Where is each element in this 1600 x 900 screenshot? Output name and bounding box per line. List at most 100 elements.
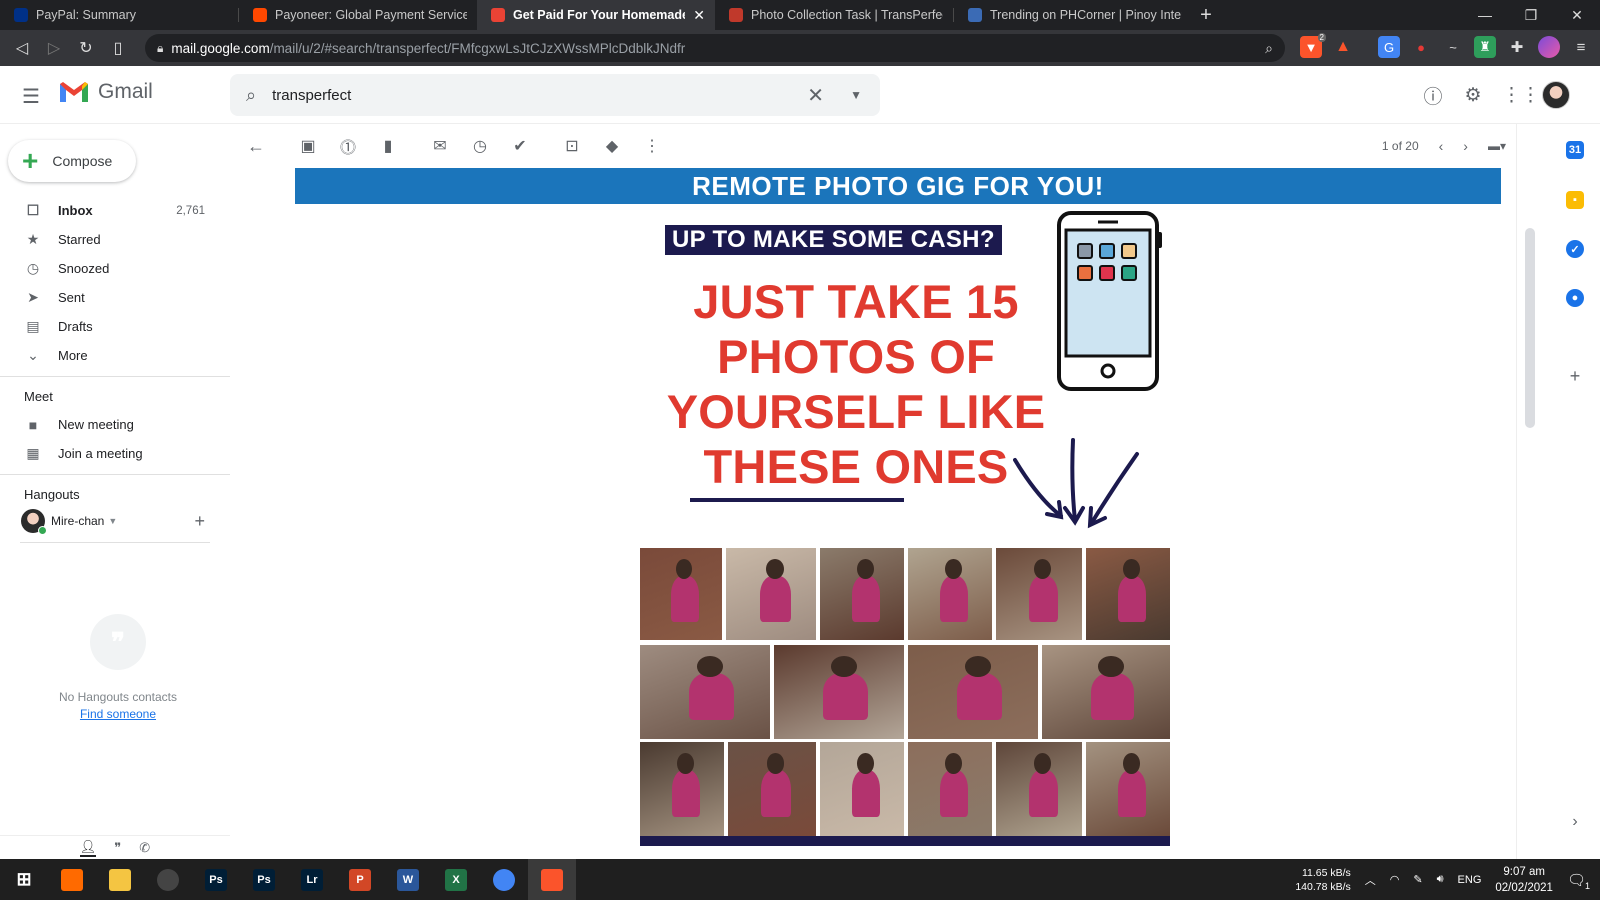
back-icon[interactable]: ◁ — [6, 38, 38, 58]
start-button[interactable]: ⊞ — [0, 859, 48, 900]
browser-tab[interactable]: PayPal: Summary — [0, 0, 238, 30]
brave-shield-icon[interactable]: ▼ 2 — [1300, 33, 1326, 58]
lightroom-app[interactable]: Lr — [288, 859, 336, 900]
sidebar-item-drafts[interactable]: ▤ Drafts — [0, 312, 230, 341]
browser-tab[interactable]: Photo Collection Task | TransPerfect — [715, 0, 953, 30]
hangouts-user[interactable]: Mire-chan ▼ + — [0, 506, 230, 536]
label-icon[interactable]: ◆ — [592, 136, 632, 156]
address-bar[interactable]: 🔒︎ mail.google.com /mail/u/2/#search/tra… — [145, 34, 1285, 62]
person-figure — [939, 575, 969, 622]
shield-extension-icon[interactable]: ♜ — [1474, 36, 1496, 58]
newer-icon[interactable]: ‹ — [1439, 138, 1444, 154]
hangouts-bubble-icon: ❞ — [90, 614, 146, 670]
obs-app[interactable] — [144, 859, 192, 900]
contacts-tab-icon[interactable]: 👤︎ — [79, 839, 97, 857]
sidebar-item-sent[interactable]: ➤ Sent — [0, 283, 230, 312]
sidebar-item-snoozed[interactable]: ◷ Snoozed — [0, 254, 230, 283]
file-explorer-app[interactable] — [96, 859, 144, 900]
account-avatar[interactable] — [1542, 81, 1570, 109]
report-spam-icon[interactable]: ⓵ — [328, 134, 368, 158]
clock[interactable]: 9:07 am 02/02/2021 — [1495, 864, 1553, 896]
sidebar-item-join-a-meeting[interactable]: ▦ Join a meeting — [0, 439, 230, 468]
main-menu-icon[interactable]: ☰ — [22, 84, 40, 109]
move-to-icon[interactable]: ⊡ — [552, 136, 592, 156]
word-app[interactable]: W — [384, 859, 432, 900]
back-to-list-icon[interactable]: ← — [236, 136, 276, 157]
older-icon[interactable]: › — [1463, 138, 1468, 154]
email-scrollbar[interactable] — [1525, 228, 1535, 428]
trash-icon[interactable]: ▮ — [368, 136, 408, 156]
headline-underline — [690, 498, 904, 502]
search-bar[interactable]: ⌕ transperfect ✕ ▼ — [230, 74, 880, 116]
bookmark-icon[interactable]: ▯ — [102, 38, 134, 58]
notification-icon[interactable]: 🗨︎ 1 — [1567, 871, 1590, 891]
find-someone-link[interactable]: Find someone — [0, 707, 236, 721]
excel-app[interactable]: X — [432, 859, 480, 900]
wifi-icon[interactable]: ◠ — [1390, 873, 1400, 886]
search-input[interactable]: transperfect — [272, 87, 351, 104]
volume-icon[interactable]: 🔊︎ — [1437, 873, 1444, 886]
archive-icon[interactable]: ▣ — [288, 136, 328, 156]
keep-icon[interactable]: ▪ — [1566, 191, 1584, 209]
star-icon: ★ — [26, 231, 40, 247]
search-options-icon[interactable]: ▼ — [850, 88, 862, 102]
reload-icon[interactable]: ↻ — [70, 38, 102, 58]
sidebar-item-starred[interactable]: ★ Starred — [0, 225, 230, 254]
get-addons-icon[interactable]: + — [1566, 366, 1584, 386]
close-tab-icon[interactable]: ✕ — [693, 7, 705, 24]
minimize-icon[interactable]: — — [1462, 0, 1508, 30]
chrome-app[interactable] — [480, 859, 528, 900]
browser-tab[interactable]: Trending on PHCorner | Pinoy Internet — [954, 0, 1192, 30]
language-indicator[interactable]: ENG — [1458, 874, 1482, 886]
expand-panel-icon[interactable]: › — [1566, 813, 1584, 831]
tasks-icon[interactable]: ✓ — [1566, 240, 1584, 258]
close-window-icon[interactable]: ✕ — [1554, 0, 1600, 30]
phone-tab-icon[interactable]: ✆ — [139, 840, 150, 856]
add-contact-icon[interactable]: + — [194, 511, 205, 532]
gmail-logo[interactable]: Gmail — [58, 80, 153, 104]
compose-button[interactable]: + Compose — [8, 140, 136, 182]
mark-unread-icon[interactable]: ✉ — [420, 136, 460, 156]
photoshop-app[interactable]: Ps — [192, 859, 240, 900]
record-icon[interactable]: ● — [1410, 36, 1432, 58]
forward-icon[interactable]: ▷ — [38, 38, 70, 58]
help-icon[interactable]: ⓘ — [1422, 82, 1444, 109]
hangouts-section-title[interactable]: Hangouts — [0, 487, 230, 502]
sidebar-item-more[interactable]: ⌄ More — [0, 341, 230, 370]
search-app[interactable] — [48, 859, 96, 900]
gear-icon[interactable]: ⚙ — [1462, 84, 1484, 107]
browser-tab[interactable]: Get Paid For Your Homemade ✕ — [477, 0, 715, 30]
calendar-icon[interactable]: 31 — [1566, 141, 1584, 159]
chevron-down-icon[interactable]: ▼ — [108, 516, 117, 526]
wave-icon[interactable]: ~ — [1442, 36, 1464, 58]
brave-app[interactable] — [528, 859, 576, 900]
browser-toolbar: ◁ ▷ ↻ ▯ 🔒︎ mail.google.com /mail/u/2/#se… — [0, 30, 1600, 66]
translate-icon[interactable]: G — [1378, 36, 1400, 58]
add-task-icon[interactable]: ✔ — [500, 136, 540, 156]
menu-icon[interactable]: ≡ — [1570, 36, 1592, 58]
search-icon[interactable]: ⌕ — [246, 85, 256, 106]
url-host: mail.google.com — [171, 40, 270, 56]
person-head — [856, 559, 874, 580]
profile-icon[interactable] — [1538, 36, 1560, 58]
sidebar-item-inbox[interactable]: ☐ Inbox 2,761 — [0, 196, 230, 225]
hangouts-tab-icon[interactable]: ❞ — [114, 840, 121, 856]
powerpoint-app[interactable]: P — [336, 859, 384, 900]
sample-photo — [640, 548, 722, 640]
input-tools-icon[interactable]: ▬▾ — [1488, 139, 1506, 153]
clear-search-icon[interactable]: ✕ — [807, 83, 824, 108]
photoshop-2-app[interactable]: Ps — [240, 859, 288, 900]
pen-icon[interactable]: ✎ — [1413, 873, 1422, 886]
contacts-icon[interactable]: ● — [1566, 289, 1584, 307]
sidebar-item-new-meeting[interactable]: ■ New meeting — [0, 410, 230, 439]
restore-icon[interactable]: ❐ — [1508, 0, 1554, 30]
zoom-icon[interactable]: ⌕ — [1265, 40, 1273, 57]
snooze-icon[interactable]: ◷ — [460, 136, 500, 156]
puzzle-icon[interactable]: ✚ — [1506, 36, 1528, 58]
new-tab-icon[interactable]: + — [1192, 0, 1220, 30]
tray-expand-icon[interactable]: ︿ — [1365, 872, 1376, 888]
brave-rewards-icon[interactable]: ▲ — [1332, 36, 1354, 58]
more-options-icon[interactable]: ⋮ — [632, 136, 672, 156]
apps-grid-icon[interactable]: ⋮⋮ — [1502, 84, 1540, 107]
browser-tab[interactable]: Payoneer: Global Payment Service — [239, 0, 477, 30]
